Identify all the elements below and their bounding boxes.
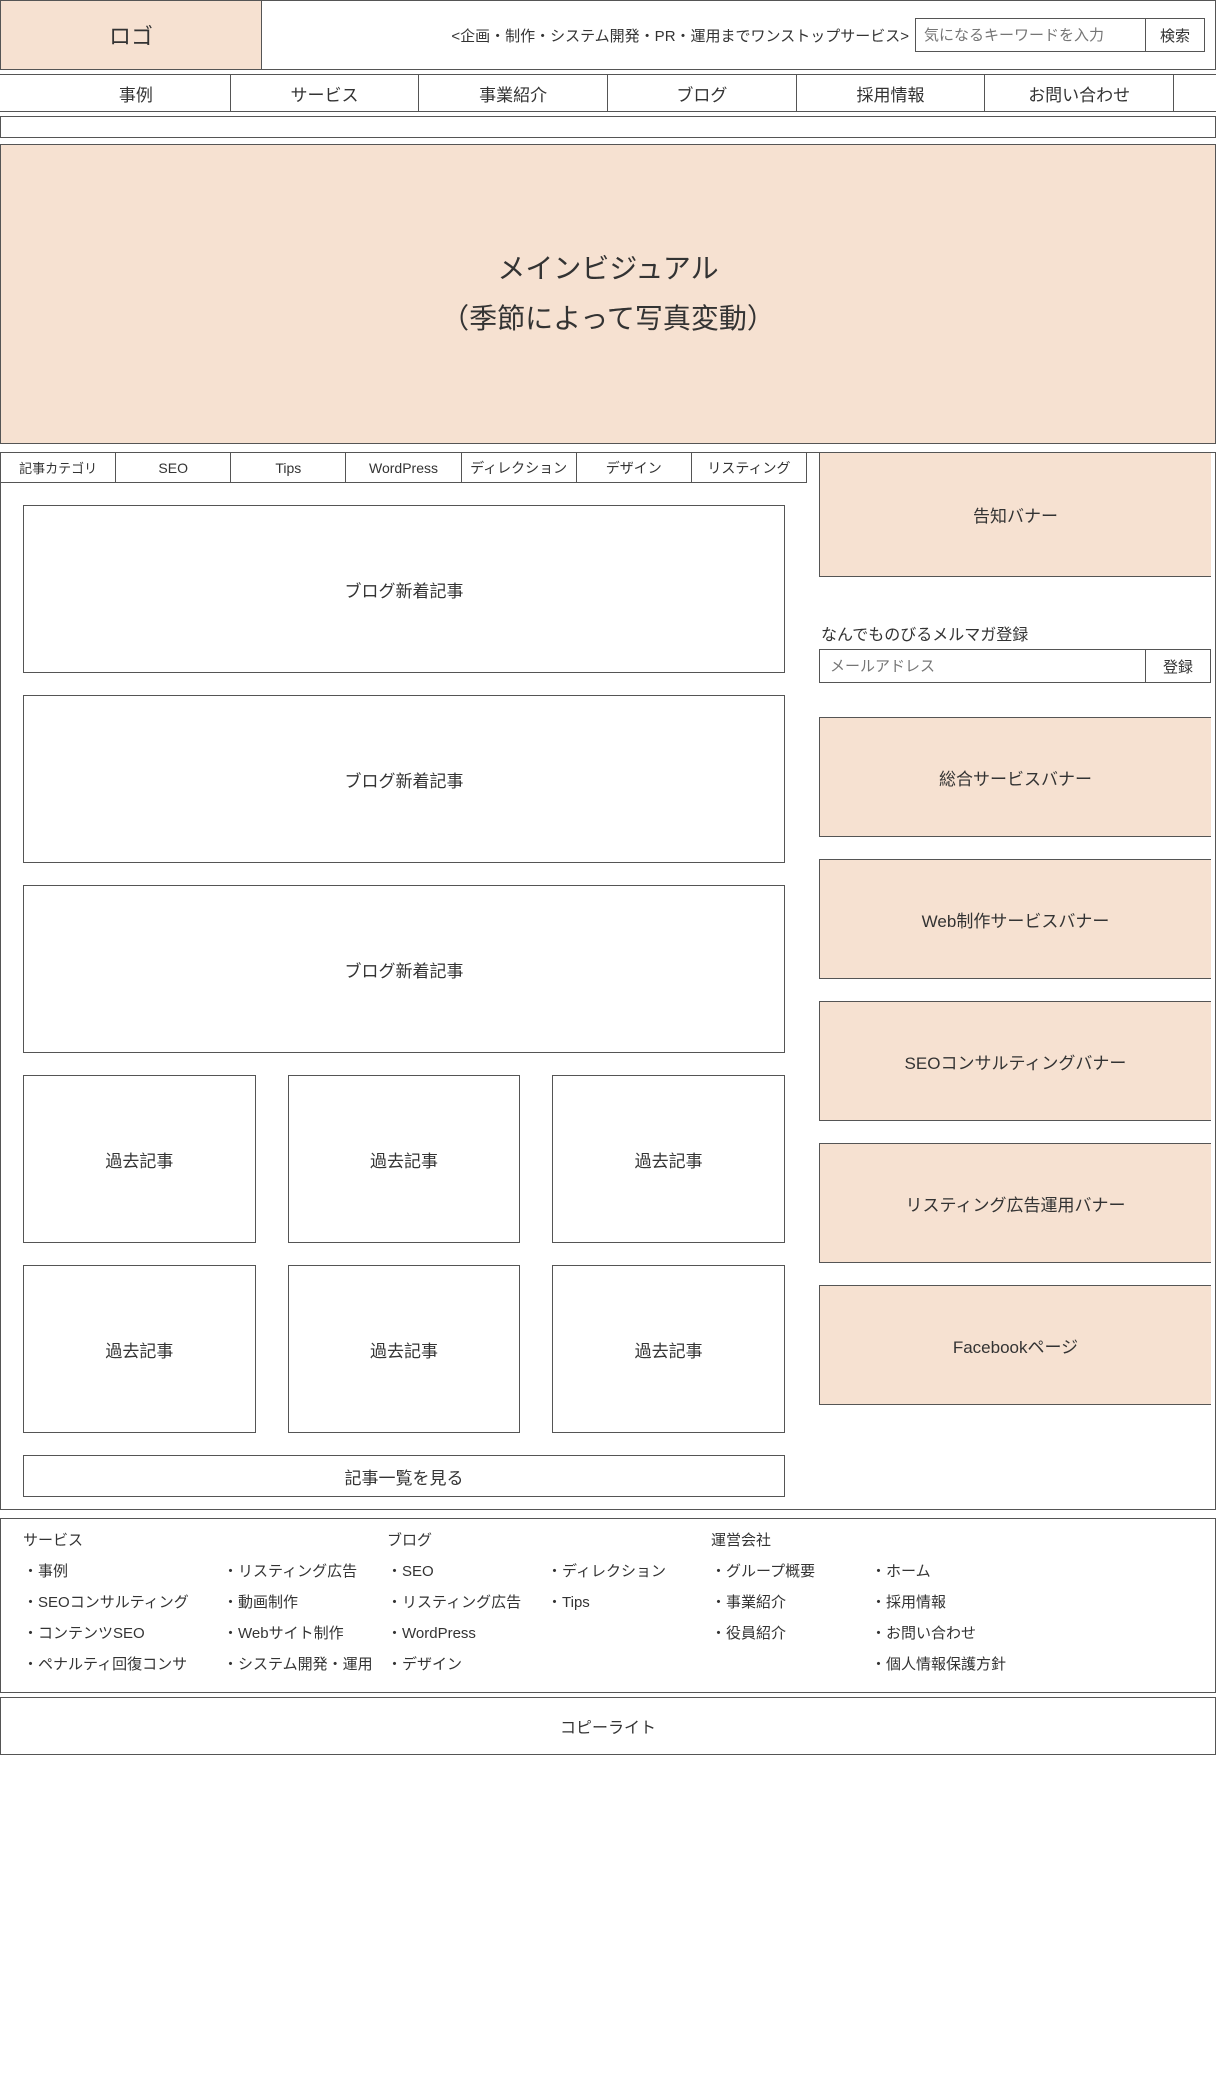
new-article-3[interactable]: ブログ新着記事: [23, 885, 785, 1053]
mail-input[interactable]: [819, 649, 1145, 683]
footer-link[interactable]: ・動画制作: [223, 1591, 383, 1612]
footer-link[interactable]: ・個人情報保護方針: [871, 1653, 1031, 1674]
mail-heading: なんでものびるメルマガ登録: [819, 621, 1211, 645]
footer-links: サービス ・事例 ・SEOコンサルティング ・コンテンツSEO ・ペナルティ回復…: [0, 1518, 1216, 1693]
gnav-item-case[interactable]: 事例: [42, 74, 231, 112]
footer-group-company: 運営会社 ・グループ概要 ・事業紹介 ・役員紹介 ・ホーム ・採用情報 ・お問い…: [711, 1529, 1031, 1674]
footer-link[interactable]: ・Webサイト制作: [223, 1622, 383, 1643]
global-nav: 事例 サービス 事業紹介 ブログ 採用情報 お問い合わせ: [0, 74, 1216, 112]
past-article-5[interactable]: 過去記事: [288, 1265, 521, 1433]
cat-tab-seo[interactable]: SEO: [116, 453, 231, 483]
banner-service-all[interactable]: 総合サービスバナー: [819, 717, 1211, 837]
footer-group-service: サービス ・事例 ・SEOコンサルティング ・コンテンツSEO ・ペナルティ回復…: [23, 1529, 383, 1674]
footer-link[interactable]: ・ペナルティ回復コンサ: [23, 1653, 223, 1674]
footer-heading-company: 運営会社: [711, 1529, 1031, 1550]
footer-link[interactable]: ・事業紹介: [711, 1591, 871, 1612]
mail-row: 登録: [819, 649, 1211, 683]
gnav-item-business[interactable]: 事業紹介: [419, 74, 608, 112]
sub-bar: [0, 116, 1216, 138]
search-button[interactable]: 検索: [1145, 18, 1205, 52]
footer-link[interactable]: ・WordPress: [387, 1622, 547, 1643]
footer-link[interactable]: ・デザイン: [387, 1653, 547, 1674]
past-article-1[interactable]: 過去記事: [23, 1075, 256, 1243]
past-article-2[interactable]: 過去記事: [288, 1075, 521, 1243]
banner-seo[interactable]: SEOコンサルティングバナー: [819, 1001, 1211, 1121]
footer-link[interactable]: ・SEOコンサルティング: [23, 1591, 223, 1612]
footer-link[interactable]: ・お問い合わせ: [871, 1622, 1031, 1643]
gnav-item-contact[interactable]: お問い合わせ: [985, 74, 1174, 112]
footer-group-blog: ブログ ・SEO ・リスティング広告 ・WordPress ・デザイン ・ディレ…: [387, 1529, 707, 1674]
footer-link[interactable]: ・コンテンツSEO: [23, 1622, 223, 1643]
cat-tab-direction[interactable]: ディレクション: [462, 453, 577, 483]
footer-link[interactable]: ・ホーム: [871, 1560, 1031, 1581]
col-right: 告知バナー なんでものびるメルマガ登録 登録 総合サービスバナー Web制作サー…: [819, 453, 1215, 1509]
more-articles-button[interactable]: 記事一覧を見る: [23, 1455, 785, 1497]
footer-link[interactable]: ・リスティング広告: [223, 1560, 383, 1581]
mv-line2: （季節によって写真変動）: [441, 294, 775, 344]
gnav-spacer-left: [0, 74, 42, 112]
cat-tab-wordpress[interactable]: WordPress: [346, 453, 461, 483]
mv-line1: メインビジュアル: [497, 244, 718, 294]
mail-register-button[interactable]: 登録: [1145, 649, 1211, 683]
gnav-item-recruit[interactable]: 採用情報: [797, 74, 986, 112]
past-article-6[interactable]: 過去記事: [552, 1265, 785, 1433]
category-tabs: 記事カテゴリ SEO Tips WordPress ディレクション デザイン リ…: [1, 453, 807, 483]
cat-tab-design[interactable]: デザイン: [577, 453, 692, 483]
logo[interactable]: ロゴ: [0, 0, 262, 70]
footer-link[interactable]: ・事例: [23, 1560, 223, 1581]
gnav-item-service[interactable]: サービス: [231, 74, 420, 112]
footer-link[interactable]: ・グループ概要: [711, 1560, 871, 1581]
footer-link[interactable]: ・Tips: [547, 1591, 707, 1612]
banner-listing[interactable]: リスティング広告運用バナー: [819, 1143, 1211, 1263]
new-article-1[interactable]: ブログ新着記事: [23, 505, 785, 673]
new-article-2[interactable]: ブログ新着記事: [23, 695, 785, 863]
logo-text: ロゴ: [109, 19, 153, 51]
footer-link[interactable]: ・リスティング広告: [387, 1591, 547, 1612]
header-right: <企画・制作・システム開発・PR・運用までワンストップサービス> 検索: [262, 0, 1216, 70]
past-article-3[interactable]: 過去記事: [552, 1075, 785, 1243]
cat-tab-tips[interactable]: Tips: [231, 453, 346, 483]
main-visual: メインビジュアル （季節によって写真変動）: [0, 144, 1216, 444]
footer-link[interactable]: ・採用情報: [871, 1591, 1031, 1612]
banner-facebook[interactable]: Facebookページ: [819, 1285, 1211, 1405]
footer-link[interactable]: ・システム開発・運用: [223, 1653, 383, 1674]
content-wrap: 記事カテゴリ SEO Tips WordPress ディレクション デザイン リ…: [0, 452, 1216, 1510]
search-input[interactable]: [915, 18, 1145, 52]
footer-heading-service: サービス: [23, 1529, 383, 1550]
gnav-item-blog[interactable]: ブログ: [608, 74, 797, 112]
cat-tab-listing[interactable]: リスティング: [692, 453, 807, 483]
notice-banner[interactable]: 告知バナー: [819, 453, 1211, 577]
footer-heading-blog: ブログ: [387, 1529, 707, 1550]
tagline: <企画・制作・システム開発・PR・運用までワンストップサービス>: [451, 25, 909, 46]
footer-link[interactable]: ・役員紹介: [711, 1622, 871, 1643]
footer-link[interactable]: ・SEO: [387, 1560, 547, 1581]
category-label: 記事カテゴリ: [1, 453, 116, 483]
search-box: 検索: [915, 18, 1205, 52]
gnav-spacer-right: [1174, 74, 1216, 112]
copyright: コピーライト: [0, 1697, 1216, 1755]
footer-link[interactable]: ・ディレクション: [547, 1560, 707, 1581]
banner-web[interactable]: Web制作サービスバナー: [819, 859, 1211, 979]
col-left: 記事カテゴリ SEO Tips WordPress ディレクション デザイン リ…: [1, 453, 807, 1509]
past-article-4[interactable]: 過去記事: [23, 1265, 256, 1433]
